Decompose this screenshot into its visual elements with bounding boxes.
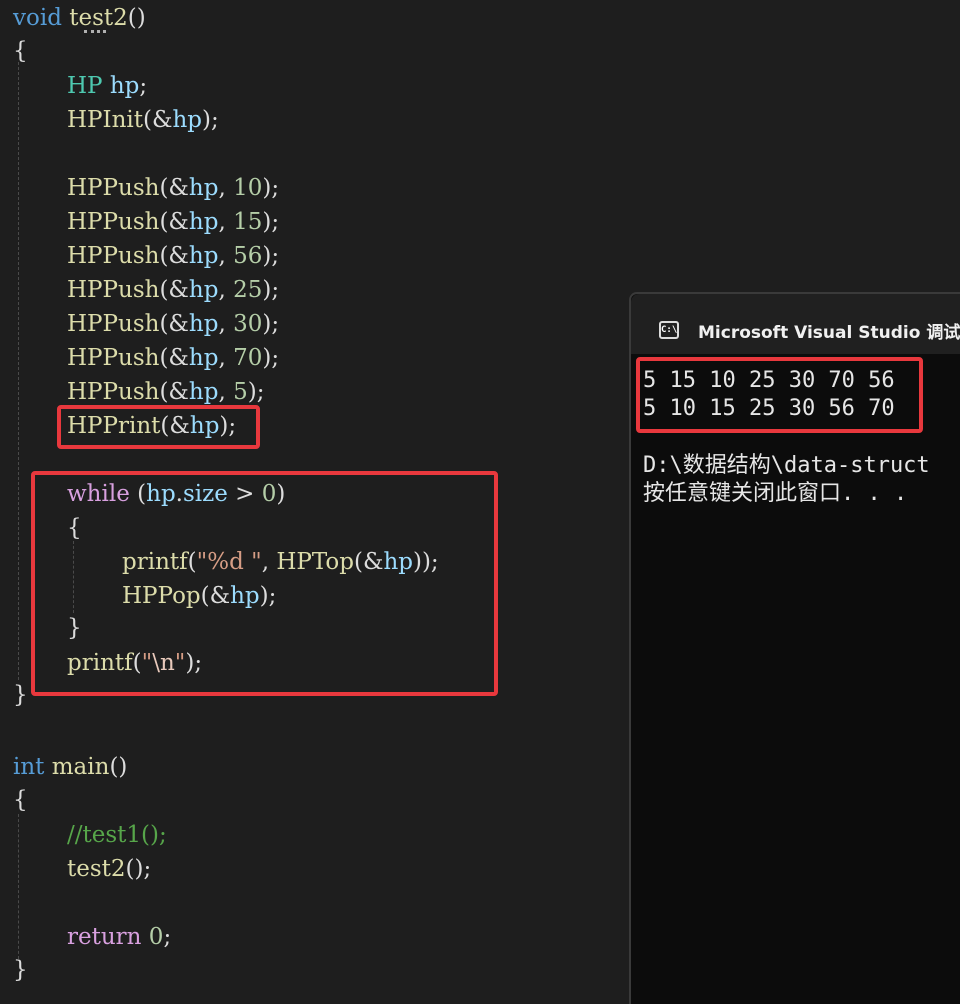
code-line: void test2() [13,5,146,31]
console-titlebar[interactable]: C:\ Microsoft Visual Studio 调试控 [631,294,960,354]
code-line: { [13,38,28,64]
code-line: { [13,787,28,813]
console-icon: C:\ [659,321,679,339]
code-line: return 0; [67,924,172,950]
highlight-box-print [57,405,260,449]
highlight-box-output [636,357,923,433]
indent-guide [18,814,19,959]
code-line: HPPush(&hp, 15); [67,209,280,235]
indent-guide [18,62,19,680]
code-line: test2(); [67,856,152,882]
code-line: HP hp; [67,73,148,99]
debug-console-window[interactable]: C:\ Microsoft Visual Studio 调试控 5 15 10 … [629,292,960,1004]
highlight-box-loop [31,471,498,696]
code-line: HPPush(&hp, 25); [67,277,280,303]
code-line: HPPush(&hp, 56); [67,243,280,269]
code-line: HPPush(&hp, 10); [67,175,280,201]
code-line: HPPush(&hp, 30); [67,311,280,337]
code-line: HPPush(&hp, 5); [67,379,265,405]
code-line: int main() [13,754,128,780]
console-path-line: D:\数据结构\data-struct [643,453,930,478]
code-line: //test1(); [67,822,167,848]
warning-squiggle[interactable] [84,26,106,33]
console-title: Microsoft Visual Studio 调试控 [698,323,960,343]
code-line: } [13,957,28,983]
console-prompt-line: 按任意键关闭此窗口. . . [643,481,908,506]
code-line: } [13,682,28,708]
code-line: HPPush(&hp, 70); [67,345,280,371]
code-line: HPInit(&hp); [67,107,219,133]
